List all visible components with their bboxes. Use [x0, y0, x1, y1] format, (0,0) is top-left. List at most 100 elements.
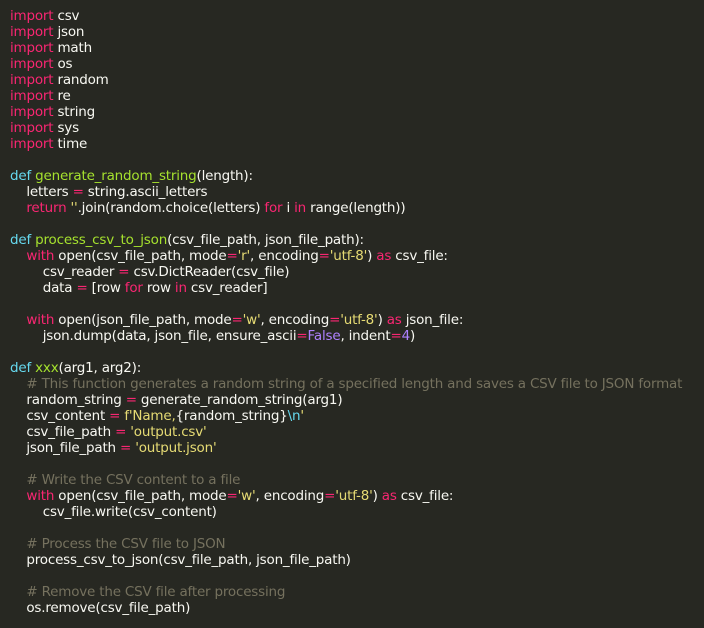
- code-token-str: 'output.csv': [130, 424, 207, 440]
- code-token-plain: letters: [10, 184, 73, 200]
- code-token-plain: generate_random_string(arg1): [136, 392, 343, 408]
- code-token-str: 'utf-8': [329, 248, 368, 264]
- code-line: def generate_random_string(length):: [10, 168, 704, 184]
- code-line: import random: [10, 72, 704, 88]
- code-line: random_string = generate_random_string(a…: [10, 392, 704, 408]
- code-token-kw: =: [226, 488, 238, 504]
- code-token-kw: import: [10, 72, 54, 88]
- code-token-kw: in: [174, 280, 187, 296]
- code-token-kw: with: [26, 312, 55, 328]
- code-token-fn: generate_random_string: [35, 168, 197, 184]
- code-token-str: 'w': [237, 488, 256, 504]
- code-token-kw: as: [376, 248, 392, 264]
- code-token-cm: # Write the CSV content to a file: [26, 472, 241, 488]
- code-token-plain: row: [142, 280, 175, 296]
- code-token-kw: import: [10, 88, 54, 104]
- code-token-kw: as: [381, 488, 397, 504]
- code-token-kw: import: [10, 56, 54, 72]
- code-token-plain: csv_file_path: [10, 424, 116, 440]
- code-line: data = [row for row in csv_reader]: [10, 280, 704, 296]
- code-token-kw: =: [115, 424, 127, 440]
- code-token-kw: =: [231, 312, 243, 328]
- code-line: # Write the CSV content to a file: [10, 472, 704, 488]
- code-token-plain: , encoding: [255, 488, 325, 504]
- code-line: letters = string.ascii_letters: [10, 184, 704, 200]
- code-token-plain: csv_reader]: [186, 280, 268, 296]
- code-token-kw: =: [125, 392, 137, 408]
- code-token-num: 4: [401, 328, 411, 344]
- code-token-fn: process_csv_to_json: [35, 232, 168, 248]
- code-token-plain: , encoding: [260, 312, 330, 328]
- code-token-builtin: def: [10, 360, 32, 376]
- code-line: import sys: [10, 120, 704, 136]
- code-token-kw: for: [264, 200, 283, 216]
- code-token-kw: =: [390, 328, 402, 344]
- code-token-plain: csv_file:: [391, 248, 448, 264]
- code-token-str: 'utf-8': [335, 488, 373, 504]
- code-token-kw: import: [10, 136, 54, 152]
- code-token-kw: =: [72, 184, 84, 200]
- code-token-plain: ): [367, 248, 377, 264]
- code-line: csv_file_path = 'output.csv': [10, 424, 704, 440]
- code-line: # Remove the CSV file after processing: [10, 584, 704, 600]
- code-token-kw: =: [109, 408, 121, 424]
- code-line: return ''.join(random.choice(letters) fo…: [10, 200, 704, 216]
- code-token-plain: random: [53, 72, 109, 88]
- code-line: import time: [10, 136, 704, 152]
- code-line: with open(json_file_path, mode='w', enco…: [10, 312, 704, 328]
- code-token-plain: string: [53, 104, 96, 120]
- code-token-kw: import: [10, 120, 54, 136]
- code-token-str: 'w': [242, 312, 261, 328]
- code-line: import json: [10, 24, 704, 40]
- code-token-plain: json_file_path: [10, 440, 121, 456]
- code-line: # Process the CSV file to JSON: [10, 536, 704, 552]
- code-token-plain: csv_file.write(csv_content): [10, 504, 217, 520]
- code-token-plain: .join(random.choice(letters): [77, 200, 265, 216]
- code-token-kw: import: [10, 104, 54, 120]
- code-line: with open(csv_file_path, mode='w', encod…: [10, 488, 704, 504]
- code-line: os.remove(csv_file_path): [10, 600, 704, 616]
- code-token-plain: json.dump(data, json_file, ensure_ascii: [10, 328, 297, 344]
- code-token-builtin: def: [10, 232, 32, 248]
- code-token-num: False: [307, 328, 341, 344]
- code-token-str: 'r': [237, 248, 251, 264]
- code-token-str: 'output.json': [135, 440, 217, 456]
- code-token-kw: return: [26, 200, 67, 216]
- code-token-kw: import: [10, 40, 54, 56]
- code-line: # This function generates a random strin…: [10, 376, 704, 392]
- code-token-plain: (csv_file_path, json_file_path):: [167, 232, 364, 248]
- code-line: csv_reader = csv.DictReader(csv_file): [10, 264, 704, 280]
- code-token-plain: json_file:: [401, 312, 464, 328]
- code-token-builtin: \n: [287, 408, 301, 424]
- code-token-plain: range(length)): [306, 200, 406, 216]
- code-token-plain: csv: [53, 8, 80, 24]
- code-token-plain: re: [53, 88, 71, 104]
- code-token-kw: =: [318, 248, 330, 264]
- code-token-kw: as: [386, 312, 402, 328]
- code-token-kw: in: [294, 200, 307, 216]
- code-editor[interactable]: import csv import json import math import o…: [0, 0, 704, 628]
- code-token-kw: =: [118, 264, 130, 280]
- code-token-plain: process_csv_to_json(csv_file_path, json_…: [10, 552, 351, 568]
- code-line: json.dump(data, json_file, ensure_ascii=…: [10, 328, 704, 344]
- code-token-plain: , indent: [340, 328, 391, 344]
- code-line: json_file_path = 'output.json': [10, 440, 704, 456]
- code-token-plain: json: [53, 24, 85, 40]
- code-line: csv_file.write(csv_content): [10, 504, 704, 520]
- code-token-cm: # Process the CSV file to JSON: [26, 536, 226, 552]
- code-token-kw: =: [324, 488, 336, 504]
- code-token-kw: =: [296, 328, 308, 344]
- code-token-kw: =: [120, 440, 132, 456]
- code-token-plain: ): [409, 328, 416, 344]
- code-line: import csv: [10, 8, 704, 24]
- code-token-str: 'utf-8': [340, 312, 378, 328]
